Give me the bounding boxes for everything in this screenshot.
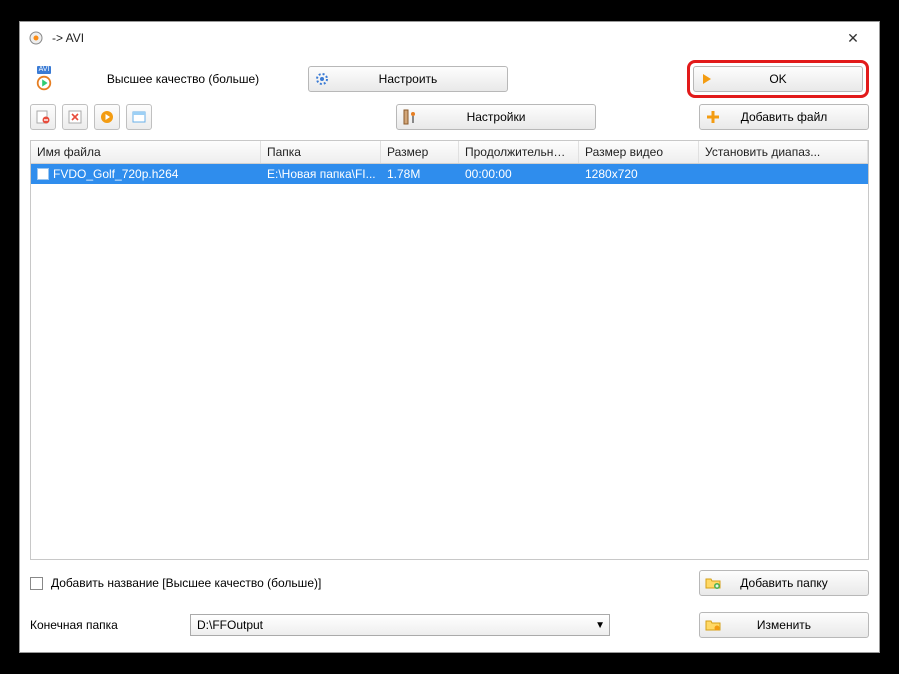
chevron-down-icon: ▼ bbox=[595, 620, 605, 631]
footer-row-2: Конечная папка D:\FFOutput ▼ Изменить bbox=[30, 612, 869, 638]
plus-icon bbox=[700, 109, 726, 125]
info-button[interactable] bbox=[126, 104, 152, 130]
change-label: Изменить bbox=[726, 618, 868, 632]
ok-label: OK bbox=[720, 72, 862, 86]
col-name[interactable]: Имя файла bbox=[31, 141, 261, 163]
change-button[interactable]: Изменить bbox=[699, 612, 869, 638]
dest-folder-value: D:\FFOutput bbox=[197, 618, 263, 632]
arrow-right-icon bbox=[694, 71, 720, 87]
settings-button[interactable]: Настройки bbox=[396, 104, 596, 130]
table-row[interactable]: FVDO_Golf_720p.h264 E:\Новая папка\FI...… bbox=[31, 164, 868, 184]
cell-duration: 00:00:00 bbox=[459, 164, 579, 184]
titlebar: -> AVI ✕ bbox=[20, 22, 879, 54]
gear-icon bbox=[309, 71, 335, 87]
col-range[interactable]: Установить диапаз... bbox=[699, 141, 868, 163]
clear-button[interactable] bbox=[62, 104, 88, 130]
ok-highlight: OK bbox=[687, 60, 869, 98]
add-title-checkbox[interactable] bbox=[30, 577, 43, 590]
cell-name-text: FVDO_Golf_720p.h264 bbox=[53, 167, 178, 181]
avi-badge: AVI bbox=[37, 66, 52, 74]
col-folder[interactable]: Папка bbox=[261, 141, 381, 163]
add-file-button[interactable]: Добавить файл bbox=[699, 104, 869, 130]
quality-label: Высшее качество (больше) bbox=[68, 72, 298, 86]
app-window: -> AVI ✕ AVI Высшее качество (больше) На… bbox=[19, 21, 880, 653]
cell-range bbox=[699, 164, 868, 184]
add-title-label: Добавить название [Высшее качество (боль… bbox=[51, 576, 321, 590]
col-size[interactable]: Размер bbox=[381, 141, 459, 163]
ok-button[interactable]: OK bbox=[693, 66, 863, 92]
footer-row-1: Добавить название [Высшее качество (боль… bbox=[30, 570, 869, 596]
top-row: AVI Высшее качество (больше) Настроить O… bbox=[20, 54, 879, 100]
add-file-label: Добавить файл bbox=[726, 110, 868, 124]
format-icon: AVI bbox=[30, 66, 58, 92]
configure-label: Настроить bbox=[335, 72, 507, 86]
play-button[interactable] bbox=[94, 104, 120, 130]
remove-button[interactable] bbox=[30, 104, 56, 130]
col-duration[interactable]: Продолжительность bbox=[459, 141, 579, 163]
col-videosize[interactable]: Размер видео bbox=[579, 141, 699, 163]
cell-videosize: 1280x720 bbox=[579, 164, 699, 184]
tools-icon bbox=[397, 109, 423, 125]
add-folder-button[interactable]: Добавить папку bbox=[699, 570, 869, 596]
add-folder-label: Добавить папку bbox=[726, 576, 868, 590]
settings-label: Настройки bbox=[423, 110, 595, 124]
toolbar-row: Настройки Добавить файл bbox=[20, 100, 879, 140]
dest-folder-label: Конечная папка bbox=[30, 618, 180, 632]
cell-name: FVDO_Golf_720p.h264 bbox=[31, 164, 261, 184]
app-icon bbox=[28, 30, 44, 46]
dest-folder-combo[interactable]: D:\FFOutput ▼ bbox=[190, 614, 610, 636]
file-table: Имя файла Папка Размер Продолжительность… bbox=[30, 140, 869, 560]
footer: Добавить название [Высшее качество (боль… bbox=[20, 560, 879, 652]
table-header: Имя файла Папка Размер Продолжительность… bbox=[31, 141, 868, 164]
cell-size: 1.78M bbox=[381, 164, 459, 184]
cell-folder: E:\Новая папка\FI... bbox=[261, 164, 381, 184]
close-button[interactable]: ✕ bbox=[835, 30, 871, 47]
folder-plus-icon bbox=[700, 575, 726, 591]
window-title: -> AVI bbox=[52, 31, 835, 45]
folder-open-icon bbox=[700, 617, 726, 633]
configure-button[interactable]: Настроить bbox=[308, 66, 508, 92]
file-icon bbox=[37, 168, 49, 180]
